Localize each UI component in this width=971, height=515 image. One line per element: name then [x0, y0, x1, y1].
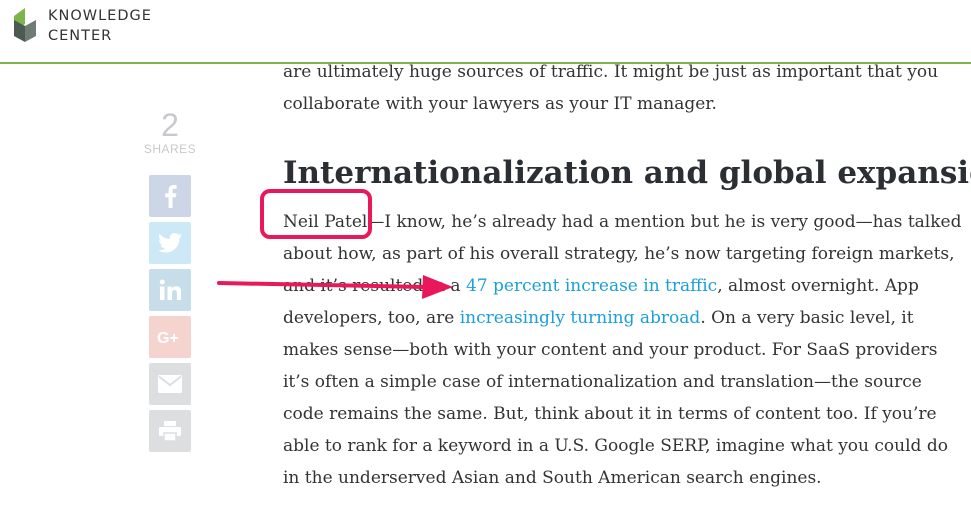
intro-line: are ultimately huge sources of traffic. …: [283, 62, 939, 82]
google-plus-icon: G+: [157, 330, 179, 346]
body-line: it’s often a simple case of internationa…: [283, 372, 922, 392]
print-icon: [159, 421, 181, 441]
section-heading: Internationalization and global expansio…: [283, 155, 971, 191]
body-line: able to rank for a keyword in a U.S. Goo…: [283, 436, 948, 456]
body-line: code remains the same. But, think about …: [283, 404, 937, 424]
body-text: —I know, he’s already had a mention but …: [367, 212, 962, 232]
facebook-icon: [165, 185, 177, 208]
body-text: . On a very basic level, it: [700, 308, 914, 328]
knowledge-center-logo[interactable]: [14, 8, 36, 42]
intro-line: collaborate with your lawyers as your IT…: [283, 94, 717, 114]
body-line: makes sense—both with your content and y…: [283, 340, 938, 360]
body-line: Neil Patel—I know, he’s already had a me…: [283, 206, 961, 238]
svg-text:G+: G+: [157, 330, 179, 346]
intro-paragraph: are ultimately huge sources of traffic. …: [283, 56, 938, 120]
email-icon: [158, 375, 182, 393]
highlight-box: [260, 189, 372, 239]
share-count: 2 SHARES: [141, 108, 199, 156]
share-count-label: SHARES: [143, 142, 197, 156]
twitter-share-button[interactable]: [149, 222, 191, 264]
brand-line-2: CENTER: [48, 28, 113, 44]
body-text: , almost overnight. App: [717, 276, 919, 296]
body-line: developers, too, are increasingly turnin…: [283, 302, 961, 334]
facebook-share-button[interactable]: [149, 175, 191, 217]
body-paragraph: Neil Patel—I know, he’s already had a me…: [283, 206, 961, 494]
body-line: in the underserved Asian and South Ameri…: [283, 468, 822, 488]
turning-abroad-link[interactable]: increasingly turning abroad: [460, 308, 701, 328]
body-text: developers, too, are: [283, 308, 460, 328]
twitter-icon: [158, 233, 182, 253]
share-count-number: 2: [161, 107, 179, 143]
brand-name[interactable]: KNOWLEDGE CENTER: [48, 6, 152, 46]
site-header: KNOWLEDGE CENTER: [0, 0, 971, 64]
print-button[interactable]: [149, 410, 191, 452]
body-line: about how, as part of his overall strate…: [283, 244, 955, 264]
brand-line-1: KNOWLEDGE: [48, 8, 152, 24]
pointer-arrow: [217, 275, 453, 299]
traffic-increase-link[interactable]: 47 percent increase in traffic: [466, 276, 717, 296]
email-share-button[interactable]: [149, 363, 191, 405]
google-plus-share-button[interactable]: G+: [149, 316, 191, 358]
linkedin-share-button[interactable]: [149, 269, 191, 311]
linkedin-icon: [159, 279, 181, 300]
